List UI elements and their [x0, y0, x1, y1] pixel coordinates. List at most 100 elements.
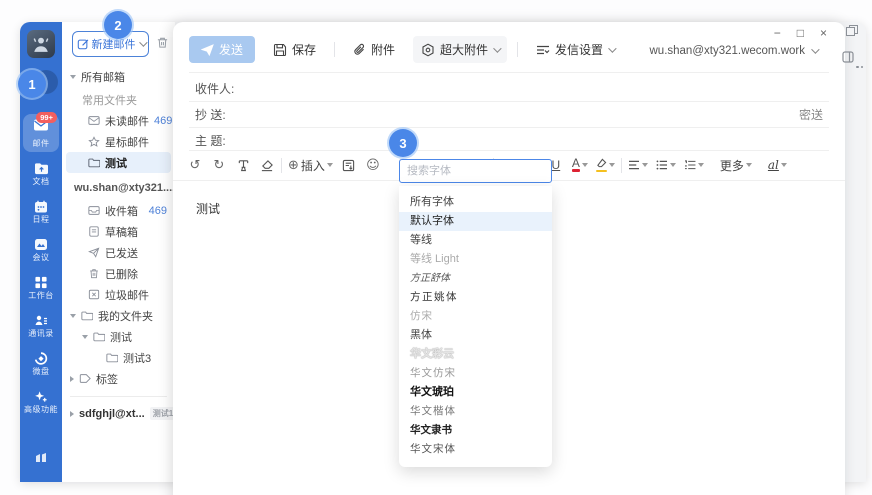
- caret-down-icon: [70, 75, 76, 79]
- compose-toolbar: 发送 保存 附件 超大附件: [189, 36, 622, 63]
- folder-all-mailboxes[interactable]: 所有邮箱: [62, 66, 175, 87]
- numbered-list-button[interactable]: [682, 154, 706, 176]
- font-option-dengxian[interactable]: 等线: [399, 231, 552, 250]
- sidebar-item-mail[interactable]: 99+ 邮件: [23, 114, 59, 152]
- caret-down-icon: [698, 163, 704, 167]
- person-icon: [32, 35, 50, 53]
- folder-inbox[interactable]: 收件箱 469: [62, 200, 175, 221]
- highlight-button[interactable]: [594, 154, 617, 176]
- more-button[interactable]: 更多: [718, 154, 754, 176]
- panel-toggle-icon[interactable]: [842, 50, 854, 68]
- bcc-toggle[interactable]: 密送: [799, 106, 823, 123]
- restore-window-icon[interactable]: [846, 25, 858, 36]
- font-option-all[interactable]: 所有字体: [399, 193, 552, 212]
- plus-circle-icon: ⊕: [288, 158, 299, 173]
- sidebar-item-docs[interactable]: 文档: [23, 162, 59, 187]
- font-option-songti[interactable]: 华文宋体: [399, 440, 552, 459]
- minimize-button[interactable]: −: [774, 26, 781, 40]
- avatar[interactable]: [27, 30, 55, 58]
- unread-count: 469: [154, 115, 172, 127]
- font-option-lishu[interactable]: 华文隶书: [399, 421, 552, 440]
- template-button[interactable]: [339, 154, 359, 176]
- font-option-fzyaoti[interactable]: 方正姚体: [399, 288, 552, 307]
- sidebar-item-label: 日程: [23, 214, 59, 225]
- undo-button[interactable]: ↺: [185, 154, 205, 176]
- redo-button[interactable]: ↻: [209, 154, 229, 176]
- attachment-label: 附件: [371, 41, 395, 58]
- folder-label: 测试: [105, 155, 127, 171]
- trash-icon[interactable]: [156, 36, 169, 54]
- folder-tags[interactable]: 标签: [62, 368, 175, 389]
- attachment-button[interactable]: 附件: [345, 36, 403, 63]
- font-option-caiyun[interactable]: 华文彩云: [399, 345, 552, 364]
- caret-right-icon: [70, 411, 74, 417]
- font-option-fangsong[interactable]: 仿宋: [399, 307, 552, 326]
- from-account-selector[interactable]: wu.shan@xty321.wecom.work: [650, 45, 818, 57]
- divider: [517, 42, 518, 57]
- chevron-down-icon: [608, 44, 616, 52]
- folder-my-test[interactable]: 测试: [62, 326, 175, 347]
- large-attachment-button[interactable]: 超大附件: [413, 36, 507, 63]
- message-body[interactable]: 测试: [196, 200, 220, 217]
- sidebar-item-advanced[interactable]: 高级功能: [23, 390, 59, 415]
- account-label: sdfghjl@xt...: [79, 408, 145, 420]
- folder-junk[interactable]: 垃圾邮件: [62, 284, 175, 305]
- align-button[interactable]: [626, 154, 650, 176]
- folder-test-selected[interactable]: 测试: [66, 152, 171, 173]
- font-option-hupo[interactable]: 华文琥珀: [399, 383, 552, 402]
- save-button[interactable]: 保存: [265, 36, 324, 63]
- unread-count-badge: 99+: [36, 112, 57, 123]
- font-option-kaiti[interactable]: 华文楷体: [399, 402, 552, 421]
- inbox-icon: [88, 205, 100, 216]
- account-header-2[interactable]: sdfghjl@xt... 测试111: [62, 403, 175, 424]
- signature-button[interactable]: al: [766, 154, 789, 176]
- font-option-dengxian-light[interactable]: 等线 Light: [399, 250, 552, 269]
- folder-label: 未读邮件: [105, 113, 149, 129]
- folder-unread[interactable]: 未读邮件 469: [62, 110, 175, 131]
- sidebar-item-label: 邮件: [23, 138, 59, 149]
- folder-my-folders[interactable]: 我的文件夹: [62, 305, 175, 326]
- font-search-input[interactable]: [399, 159, 552, 183]
- font-option-fzshuti[interactable]: 方正舒体: [399, 269, 552, 288]
- subject-label: 主 题:: [195, 132, 226, 149]
- folder-icon: [88, 157, 100, 168]
- font-option-default[interactable]: 默认字体: [399, 212, 552, 231]
- font-option-heiti[interactable]: 黑体: [399, 326, 552, 345]
- to-field[interactable]: 收件人:: [195, 75, 823, 101]
- font-color-button[interactable]: A: [570, 154, 590, 176]
- format-painter-button[interactable]: [233, 154, 253, 176]
- close-button[interactable]: ×: [820, 26, 827, 40]
- sidebar-item-label: 会议: [23, 252, 59, 263]
- sidebar-item-workbench[interactable]: 工作台: [23, 276, 59, 301]
- screen: 99+ 邮件 文档 日程: [0, 0, 872, 495]
- folder-label: 收件箱: [105, 203, 138, 219]
- folder-deleted[interactable]: 已删除: [62, 263, 175, 284]
- folder-sent[interactable]: 已发送: [62, 242, 175, 263]
- folder-drafts[interactable]: 草稿箱: [62, 221, 175, 242]
- folder-label: 已发送: [105, 245, 138, 261]
- send-settings-button[interactable]: 发信设置: [528, 36, 622, 63]
- send-button[interactable]: 发送: [189, 36, 255, 63]
- folder-label: 垃圾邮件: [105, 287, 149, 303]
- bullet-list-button[interactable]: [654, 154, 678, 176]
- cc-field[interactable]: 抄 送: 密送: [195, 101, 823, 127]
- insert-button[interactable]: ⊕ 插入: [286, 154, 335, 176]
- account-header-1[interactable]: wu.shan@xty321....: [62, 177, 175, 198]
- clear-format-button[interactable]: [257, 154, 277, 176]
- folder-label: 已删除: [105, 266, 138, 282]
- folder-my-test3[interactable]: 测试3: [62, 347, 175, 368]
- stats-icon[interactable]: [23, 450, 59, 463]
- insert-label: 插入: [301, 157, 325, 174]
- more-options-icon[interactable]: [856, 55, 865, 73]
- emoji-button[interactable]: ☺: [363, 154, 383, 176]
- sidebar-item-meeting[interactable]: 会议: [23, 238, 59, 263]
- sidebar-item-wedrive[interactable]: 微盘: [23, 352, 59, 377]
- font-option-hwfangsong[interactable]: 华文仿宋: [399, 364, 552, 383]
- from-account: wu.shan@xty321.wecom.work: [650, 45, 806, 57]
- sidebar-item-contacts[interactable]: 通讯录: [23, 314, 59, 339]
- sidebar-item-calendar[interactable]: 日程: [23, 200, 59, 225]
- sparkle-icon: [34, 390, 48, 403]
- maximize-button[interactable]: □: [797, 26, 804, 40]
- workbench-grid-icon: [34, 276, 48, 289]
- folder-starred[interactable]: 星标邮件: [62, 131, 175, 152]
